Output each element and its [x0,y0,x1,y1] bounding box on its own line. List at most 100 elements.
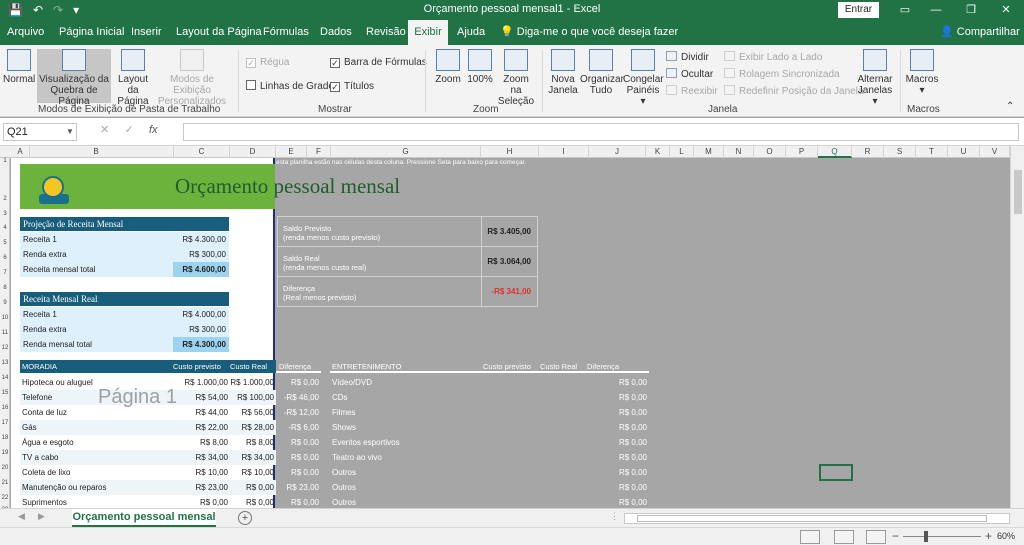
entretenimento-row[interactable]: Shows R$ 0,00 [330,420,649,435]
page-layout-view-button[interactable]: Layout da Página [114,49,152,107]
row-header[interactable]: 1 [0,158,10,164]
column-header[interactable]: L [670,146,694,158]
column-header[interactable]: U [948,146,980,158]
entretenimento-row[interactable]: Teatro ao vivo R$ 0,00 [330,450,649,465]
moradia-diff[interactable]: R$ 0,00 [276,375,321,390]
add-sheet-button[interactable]: + [238,511,252,525]
moradia-diff[interactable]: -R$ 6,00 [276,420,321,435]
zoom-button[interactable]: Zoom [433,49,463,85]
row-header[interactable]: 21 [0,480,10,486]
moradia-row[interactable]: Água e esgoto R$ 8,00 R$ 8,00 [20,435,276,450]
tab-arquivo[interactable]: Arquivo [3,20,48,45]
column-header[interactable]: F [307,146,331,158]
row-header[interactable]: 13 [0,360,10,366]
entretenimento-row[interactable]: Eventos esportivos R$ 0,00 [330,435,649,450]
ribbon-display-icon[interactable]: ▭ [897,2,913,18]
column-header[interactable]: M [694,146,724,158]
entretenimento-row[interactable]: Outros R$ 0,00 [330,480,649,495]
moradia-row[interactable]: TV a cabo R$ 34,00 R$ 34,00 [20,450,276,465]
vertical-scrollbar[interactable] [1010,146,1024,508]
headings-checkbox[interactable]: ✓ Títulos [330,80,374,93]
row-header[interactable]: 15 [0,390,10,396]
horizontal-scrollbar[interactable] [624,513,1010,524]
column-header[interactable]: V [980,146,1010,158]
view-status-icon[interactable] [800,530,820,544]
reset-position-button[interactable]: Redefinir Posição da Janela [724,85,864,98]
formula-input[interactable] [183,123,1019,141]
entretenimento-row[interactable]: Filmes R$ 0,00 [330,405,649,420]
zoom-in-button[interactable]: + [985,529,992,543]
column-header[interactable]: S [884,146,916,158]
column-header[interactable]: K [646,146,670,158]
new-window-button[interactable]: Nova Janela [548,49,578,96]
insert-function-icon[interactable]: fx [149,124,158,136]
normal-view-status-icon[interactable] [834,530,854,544]
column-header[interactable]: B [19,146,174,158]
column-header[interactable]: G [331,146,481,158]
projecao-row[interactable]: Renda extra R$ 300,00 [20,247,229,262]
custom-views-button[interactable]: Modos de Exibição Personalizados [154,49,230,107]
moradia-header-row[interactable]: MORADIA Custo previsto Custo Real [20,360,276,373]
page-layout-status-icon[interactable] [866,530,886,544]
row-header[interactable]: 4 [0,225,10,231]
moradia-diff[interactable]: -R$ 46,00 [276,390,321,405]
moradia-row[interactable]: Manutenção ou reparos R$ 23,00 R$ 0,00 [20,480,276,495]
column-header[interactable]: R [852,146,884,158]
tab-inserir[interactable]: Inserir [127,20,166,45]
row-header[interactable]: 18 [0,435,10,441]
column-header[interactable]: P [786,146,818,158]
side-by-side-button[interactable]: Exibir Lado a Lado [724,51,822,64]
selected-cell[interactable] [819,464,853,481]
zoom-out-button[interactable]: − [892,529,899,543]
summary-row[interactable]: Saldo Previsto (renda menos custo previs… [278,217,537,247]
zoom-selection-button[interactable]: Zoom na Seleção [497,49,535,107]
cancel-entry-icon[interactable]: ✕ [100,124,109,136]
summary-row[interactable]: Saldo Real (renda menos custo real) R$ 3… [278,247,537,277]
tab-ajuda[interactable]: Ajuda [453,20,489,45]
horizontal-scroll-thumb[interactable] [637,515,987,522]
split-button[interactable]: Dividir [666,51,709,64]
summary-row[interactable]: Diferença (Real menos previsto) -R$ 341,… [278,277,537,307]
entretenimento-row[interactable]: CDs R$ 0,00 [330,390,649,405]
moradia-row[interactable]: Gás R$ 22,00 R$ 28,00 [20,420,276,435]
projecao-header[interactable]: Projeção de Receita Mensal [20,217,229,231]
row-header[interactable]: 14 [0,375,10,381]
sync-scroll-button[interactable]: Rolagem Sincronizada [724,68,840,81]
restore-icon[interactable]: ❐ [963,2,979,18]
formula-bar-checkbox[interactable]: ✓ Barra de Fórmulas [330,56,427,69]
real-total-row[interactable]: Renda mensal total R$ 4.300,00 [20,337,229,352]
entretenimento-row[interactable]: Vídeo/DVD R$ 0,00 [330,375,649,390]
collapse-ribbon-icon[interactable]: ⌃ [1006,100,1014,113]
row-header[interactable]: 10 [0,315,10,321]
tab-pagina-inicial[interactable]: Página Inicial [55,20,128,45]
projecao-total-row[interactable]: Receita mensal total R$ 4.600,00 [20,262,229,277]
ruler-checkbox[interactable]: ✓ Régua [246,56,289,69]
macros-button[interactable]: Macros ▾ [905,49,939,96]
column-header[interactable]: J [589,146,646,158]
moradia-row[interactable]: Coleta de lixo R$ 10,00 R$ 10,00 [20,465,276,480]
row-header[interactable]: 5 [0,240,10,246]
tab-split-handle[interactable]: ⋮ [610,511,619,522]
tell-me-search[interactable]: 💡 Diga-me o que você deseja fazer [500,20,678,45]
row-header[interactable]: 19 [0,450,10,456]
zoom-slider-track[interactable] [903,536,981,537]
column-header[interactable]: C [174,146,230,158]
moradia-diff-header[interactable]: Diferença [276,360,321,373]
freeze-panes-button[interactable]: Congelar Painéis ▾ [623,49,664,107]
zoom-level[interactable]: 60% [997,531,1015,541]
column-header[interactable]: H [481,146,539,158]
sheet-tab-orcamento[interactable]: Orçamento pessoal mensal [72,509,216,528]
share-button[interactable]: 👤 Compartilhar [940,20,1020,45]
moradia-diff[interactable]: -R$ 12,00 [276,405,321,420]
confirm-entry-icon[interactable]: ✓ [125,124,134,136]
zoom-slider-knob[interactable] [924,531,928,542]
sheet-prev-icon[interactable]: ◀ [18,511,25,522]
column-header[interactable]: O [754,146,786,158]
row-header[interactable]: 12 [0,345,10,351]
real-header[interactable]: Receita Mensal Real [20,292,229,306]
tab-layout-da-pagina[interactable]: Layout da Página [172,20,266,45]
entretenimento-row[interactable]: Outros R$ 0,00 [330,465,649,480]
vertical-scroll-thumb[interactable] [1014,170,1022,214]
close-icon[interactable]: ✕ [998,2,1014,18]
column-header[interactable]: T [916,146,948,158]
